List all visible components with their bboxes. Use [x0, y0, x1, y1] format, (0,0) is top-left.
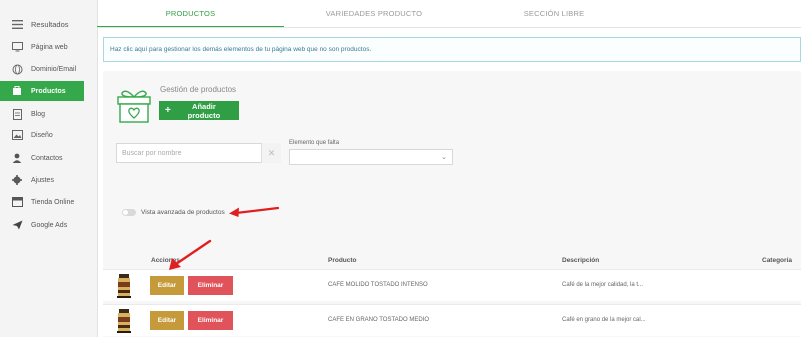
table-row: Editar Eliminar CAFE MOLIDO TOSTADO INTE… [103, 269, 801, 301]
gear-icon [11, 174, 23, 186]
sidebar-item-label: Tienda Online [31, 198, 75, 206]
sidebar-item-dominio-email[interactable]: Dominio/Email [0, 59, 84, 79]
search-input[interactable]: Buscar por nombre [116, 143, 281, 163]
menu-icon [11, 18, 23, 30]
person-icon [11, 152, 23, 164]
sidebar-item-label: Google Ads [31, 221, 68, 229]
product-image [117, 309, 131, 333]
product-name: CAFE EN GRANO TOSTADO MEDIO [328, 317, 430, 323]
sidebar-item-productos[interactable]: Productos [0, 81, 84, 101]
sidebar-item-label: Productos [31, 87, 66, 95]
add-product-button[interactable]: + Añadir producto [159, 101, 239, 120]
globe-icon [11, 63, 23, 75]
store-icon [11, 196, 23, 208]
tab-seccion-libre[interactable]: SECCIÓN LIBRE [464, 0, 644, 26]
header-actions: Acciones [151, 257, 180, 264]
delete-button[interactable]: Eliminar [188, 311, 233, 330]
header-product: Producto [328, 257, 357, 264]
sidebar-item-pagina-web[interactable]: Página web [0, 37, 84, 57]
delete-button[interactable]: Eliminar [188, 276, 233, 295]
product-icon [11, 85, 23, 97]
product-description: Café de la mejor calidad, la t... [562, 282, 644, 288]
table-row: Editar Eliminar CAFE EN GRANO TOSTADO ME… [103, 304, 801, 336]
tab-productos[interactable]: PRODUCTOS [97, 0, 284, 28]
toggle-knob [123, 210, 128, 215]
header-description: Descripción [562, 257, 600, 264]
document-icon [11, 108, 23, 120]
sidebar-item-label: Página web [31, 43, 68, 51]
missing-element-label: Elemento que falta [289, 140, 340, 146]
header-category: Categoría [762, 257, 792, 264]
sidebar-item-diseno[interactable]: Diseño [0, 125, 84, 145]
sidebar: Resultados Página web Dominio/Email Prod… [0, 0, 98, 337]
paper-plane-icon [11, 219, 23, 231]
main-content: PRODUCTOS VARIEDADES PRODUCTO SECCIÓN LI… [97, 0, 801, 337]
chevron-down-icon: ⌄ [441, 154, 447, 161]
tab-variedades-producto[interactable]: VARIEDADES PRODUCTO [284, 0, 464, 26]
edit-button[interactable]: Editar [150, 276, 184, 295]
sidebar-item-label: Contactos [31, 154, 63, 162]
advanced-view-label: Vista avanzada de productos [141, 209, 225, 216]
sidebar-item-label: Diseño [31, 131, 53, 139]
clear-search-icon[interactable]: ✕ [261, 143, 281, 163]
sidebar-item-blog[interactable]: Blog [0, 104, 84, 124]
product-description: Café en grano de la mejor cal... [562, 317, 646, 323]
sidebar-item-label: Ajustes [31, 176, 54, 184]
sidebar-item-label: Dominio/Email [31, 65, 77, 73]
gift-icon [116, 84, 152, 124]
sidebar-item-google-ads[interactable]: Google Ads [0, 215, 84, 235]
product-name: CAFE MOLIDO TOSTADO INTENSO [328, 282, 428, 288]
add-product-label: Añadir producto [187, 101, 221, 120]
tab-divider [97, 27, 801, 28]
panel-title: Gestión de productos [160, 85, 237, 94]
sidebar-item-ajustes[interactable]: Ajustes [0, 170, 84, 190]
edit-button[interactable]: Editar [150, 311, 184, 330]
product-image [117, 274, 131, 298]
sidebar-item-label: Blog [31, 110, 46, 118]
advanced-view-toggle[interactable] [122, 209, 136, 216]
image-icon [11, 129, 23, 141]
sidebar-item-resultados[interactable]: Resultados [0, 14, 84, 34]
sidebar-item-contactos[interactable]: Contactos [0, 148, 84, 168]
products-panel: Gestión de productos + Añadir producto B… [103, 71, 801, 337]
info-link[interactable]: Haz clic aquí para gestionar los demás e… [103, 37, 801, 62]
monitor-icon [11, 41, 23, 53]
sidebar-item-label: Resultados [31, 19, 69, 29]
tab-bar: PRODUCTOS VARIEDADES PRODUCTO SECCIÓN LI… [97, 0, 801, 28]
missing-element-select[interactable]: ⌄ [289, 149, 453, 165]
plus-icon: + [165, 104, 171, 116]
sidebar-item-tienda-online[interactable]: Tienda Online [0, 192, 84, 212]
